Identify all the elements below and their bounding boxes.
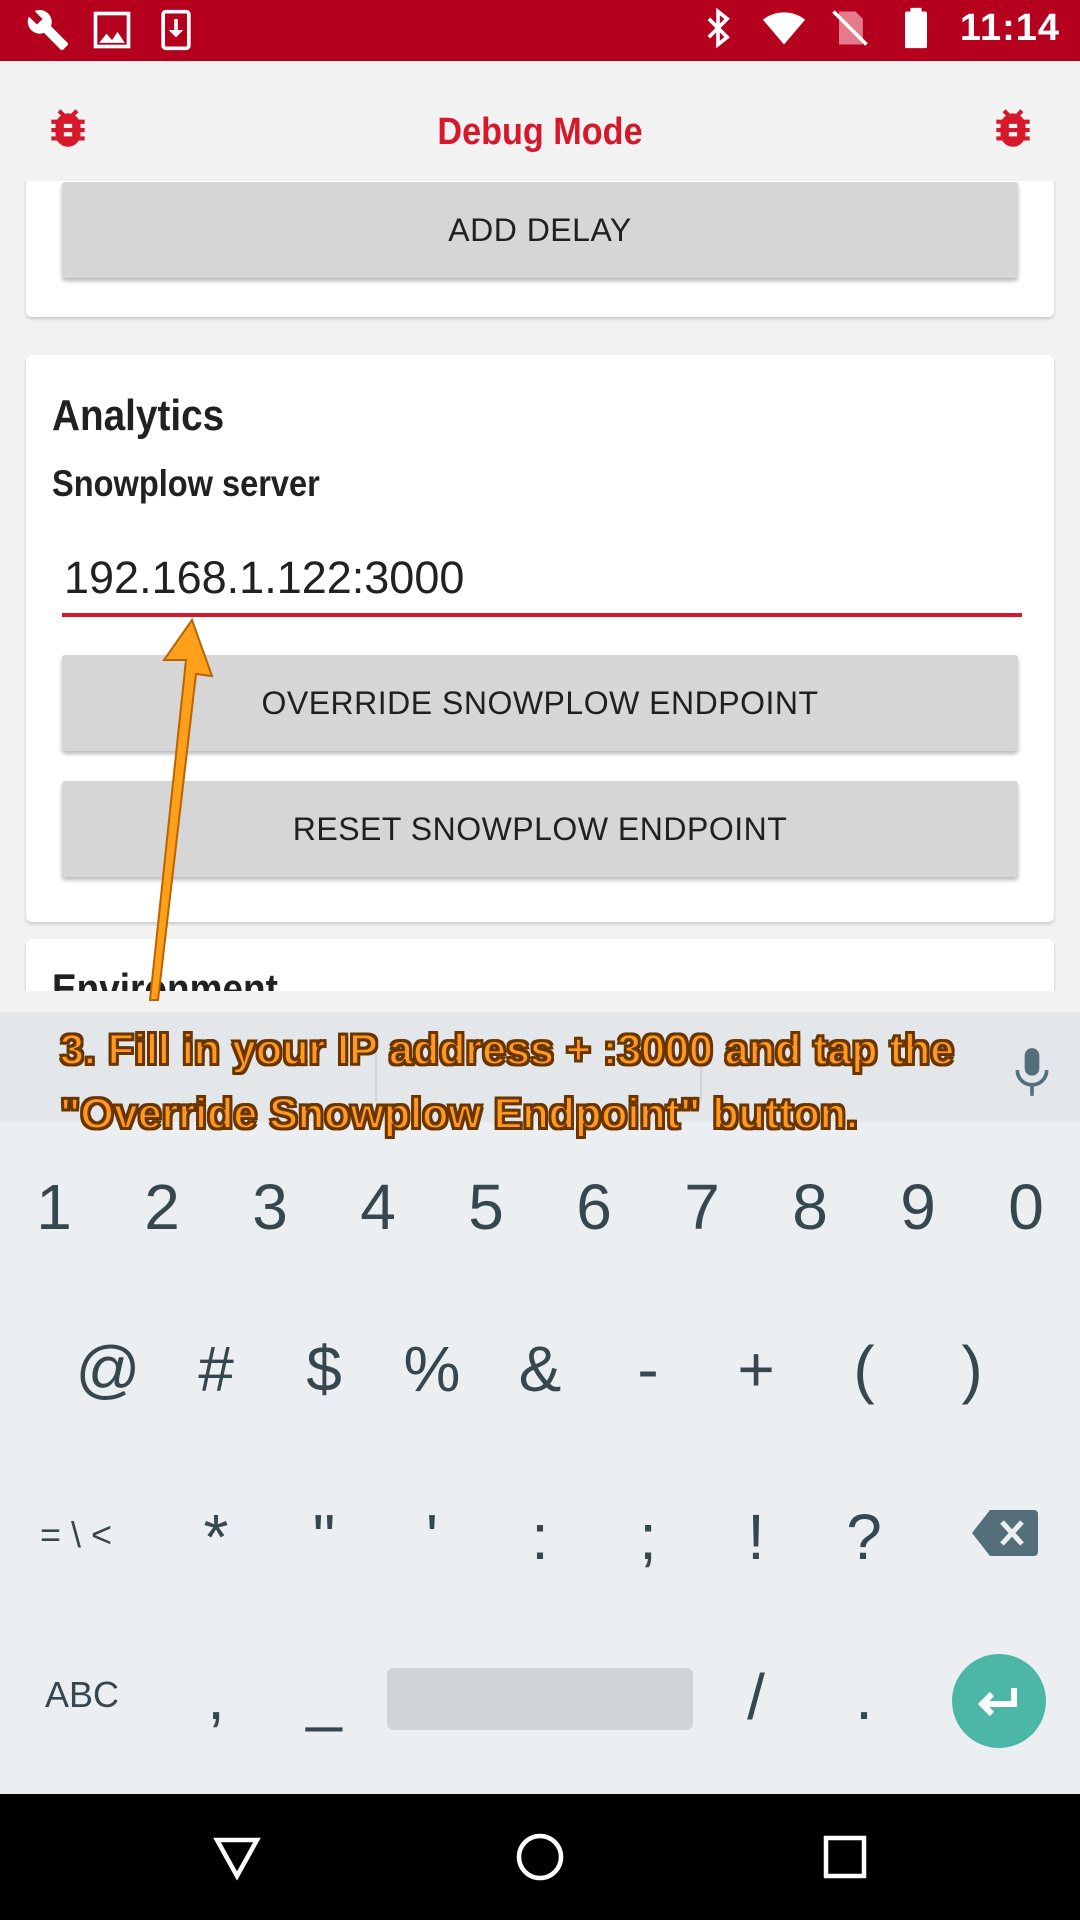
override-snowplow-endpoint-button[interactable]: OVERRIDE SNOWPLOW ENDPOINT	[62, 655, 1018, 751]
environment-title: Environment	[52, 965, 278, 991]
key[interactable]: 0	[971, 1170, 1080, 1244]
enter-key[interactable]	[952, 1654, 1046, 1748]
no-sim-icon	[832, 10, 868, 46]
bluetooth-icon	[707, 7, 730, 49]
delay-card: ADD DELAY	[26, 181, 1054, 317]
annotation-text: 3. Fill in your IP address + :3000 and t…	[59, 1025, 955, 1139]
key[interactable]: 8	[755, 1170, 865, 1244]
key[interactable]: 4	[323, 1170, 433, 1244]
key[interactable]: 1	[0, 1170, 109, 1244]
key[interactable]: @	[53, 1332, 163, 1406]
key[interactable]: _	[269, 1660, 379, 1734]
key[interactable]: 5	[431, 1170, 541, 1244]
add-delay-button[interactable]: ADD DELAY	[62, 182, 1018, 278]
key[interactable]: !	[701, 1500, 811, 1574]
key[interactable]: .	[809, 1660, 919, 1734]
snowplow-server-label: Snowplow server	[52, 463, 320, 504]
bug-icon[interactable]	[988, 103, 1038, 153]
download-icon	[161, 9, 191, 51]
key[interactable]: *	[161, 1500, 271, 1574]
key[interactable]: "	[269, 1500, 379, 1574]
key[interactable]: ;	[593, 1500, 703, 1574]
back-icon[interactable]	[212, 1832, 262, 1882]
navigation-bar	[0, 1794, 1080, 1920]
content-scroll[interactable]: ADD DELAY Analytics Snowplow server OVER…	[0, 181, 1080, 991]
key[interactable]: $	[269, 1332, 379, 1406]
space-key[interactable]	[387, 1668, 693, 1730]
environment-card: Environment	[26, 939, 1054, 991]
key[interactable]: ,	[161, 1660, 271, 1734]
recents-icon[interactable]	[820, 1832, 870, 1882]
analytics-title: Analytics	[52, 391, 225, 440]
key[interactable]: ABC	[27, 1674, 137, 1716]
key[interactable]: )	[917, 1332, 1027, 1406]
key[interactable]: '	[377, 1500, 487, 1574]
enter-icon	[977, 1688, 1017, 1717]
app-header: Debug Mode	[0, 61, 1080, 181]
key[interactable]: %	[377, 1332, 487, 1406]
backspace-icon[interactable]	[972, 1510, 1038, 1556]
key[interactable]: :	[485, 1500, 595, 1574]
snowplow-server-input[interactable]	[62, 543, 1022, 617]
battery-icon	[904, 7, 927, 49]
key[interactable]: -	[593, 1332, 703, 1406]
wifi-icon	[762, 12, 805, 45]
key[interactable]: ?	[809, 1500, 919, 1574]
key[interactable]: 6	[539, 1170, 649, 1244]
key[interactable]: 9	[863, 1170, 973, 1244]
key[interactable]: 7	[647, 1170, 757, 1244]
key[interactable]: +	[701, 1332, 811, 1406]
home-icon[interactable]	[515, 1832, 565, 1882]
key[interactable]: 3	[215, 1170, 325, 1244]
key[interactable]: &	[485, 1332, 595, 1406]
key[interactable]: 2	[107, 1170, 217, 1244]
key[interactable]: = \ <	[21, 1514, 131, 1556]
wrench-icon	[27, 10, 69, 51]
analytics-card: Analytics Snowplow server OVERRIDE SNOWP…	[26, 355, 1054, 922]
image-icon	[93, 11, 131, 49]
key[interactable]: /	[701, 1660, 811, 1734]
key[interactable]: (	[809, 1332, 919, 1406]
reset-snowplow-endpoint-button[interactable]: RESET SNOWPLOW ENDPOINT	[62, 781, 1018, 877]
page-title: Debug Mode	[437, 111, 643, 153]
status-time: 11:14	[959, 6, 1060, 49]
key[interactable]: #	[161, 1332, 271, 1406]
status-bar: 11:14	[0, 0, 1080, 61]
